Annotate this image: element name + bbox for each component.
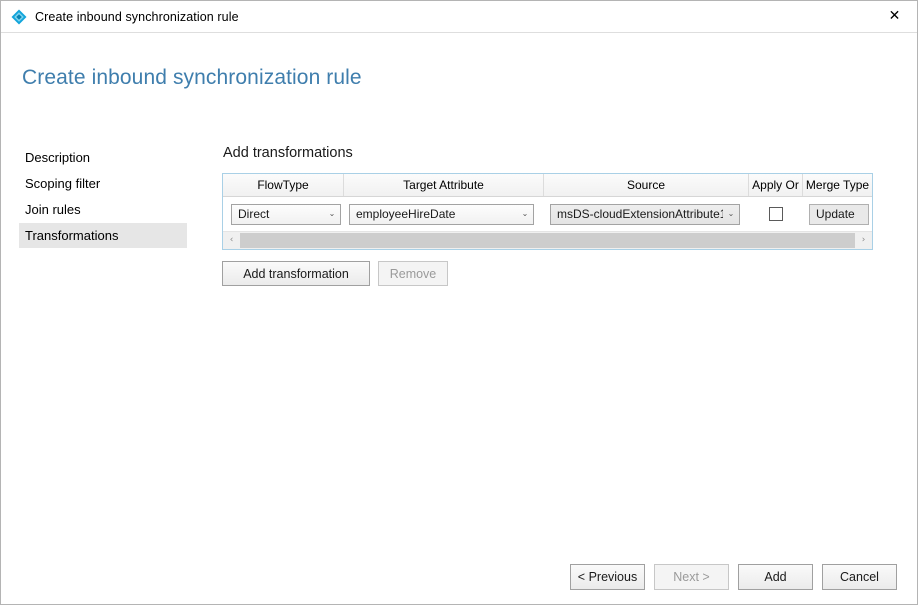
transformations-panel: Add transformations FlowType Target Attr… (222, 145, 897, 286)
add-button[interactable]: Add (738, 564, 813, 590)
cell-target-attribute: employeeHireDate ⌄ (344, 197, 544, 231)
sync-rule-diamond-icon (11, 9, 27, 25)
target-attribute-dropdown[interactable]: employeeHireDate ⌄ (349, 204, 534, 225)
next-button[interactable]: Next > (654, 564, 729, 590)
source-value: msDS-cloudExtensionAttribute1 (551, 207, 723, 221)
sidebar-item-description[interactable]: Description (19, 145, 187, 170)
previous-label: < Previous (578, 570, 637, 584)
sidebar-item-join-rules[interactable]: Join rules (19, 197, 187, 222)
apply-or-checkbox[interactable] (769, 207, 783, 221)
section-heading: Add transformations (223, 145, 897, 161)
add-transformation-button[interactable]: Add transformation (222, 261, 370, 286)
cell-apply-or (749, 197, 803, 231)
target-attribute-value: employeeHireDate (350, 207, 517, 221)
cancel-button[interactable]: Cancel (822, 564, 897, 590)
grid-header-row: FlowType Target Attribute Source Apply O… (223, 174, 872, 197)
source-dropdown[interactable]: msDS-cloudExtensionAttribute1 ⌄ (550, 204, 740, 225)
cell-flowtype: Direct ⌄ (223, 197, 344, 231)
grid-action-buttons: Add transformation Remove (222, 261, 897, 286)
column-header-label: Apply Or (752, 178, 799, 192)
add-transformation-label: Add transformation (243, 267, 349, 281)
column-header-target-attribute[interactable]: Target Attribute (344, 174, 544, 196)
dialog-content: Create inbound synchronization rule Desc… (1, 33, 917, 604)
column-header-label: FlowType (257, 178, 308, 192)
wizard-step-nav: Description Scoping filter Join rules Tr… (19, 145, 187, 249)
grid-horizontal-scrollbar[interactable]: ‹ › (223, 231, 872, 249)
next-label: Next > (673, 570, 709, 584)
column-header-apply-or[interactable]: Apply Or (749, 174, 803, 196)
sidebar-item-scoping-filter[interactable]: Scoping filter (19, 171, 187, 196)
remove-label: Remove (390, 267, 437, 281)
window-title: Create inbound synchronization rule (35, 10, 239, 24)
column-header-label: Target Attribute (403, 178, 484, 192)
scrollbar-thumb[interactable] (240, 233, 855, 248)
column-header-flowtype[interactable]: FlowType (223, 174, 344, 196)
chevron-down-icon: ⌄ (723, 210, 739, 218)
cell-merge-type: Update (803, 197, 872, 231)
sidebar-item-label: Transformations (25, 228, 118, 243)
merge-type-value: Update (816, 207, 855, 221)
dialog-footer: < Previous Next > Add Cancel (570, 564, 897, 590)
close-button[interactable]: ✕ (872, 1, 917, 31)
sidebar-item-label: Scoping filter (25, 176, 100, 191)
column-header-label: Source (627, 178, 665, 192)
flowtype-value: Direct (232, 207, 324, 221)
column-header-merge-type[interactable]: Merge Type (803, 174, 872, 196)
chevron-down-icon: ⌄ (324, 210, 340, 218)
add-label: Add (764, 570, 786, 584)
title-bar: Create inbound synchronization rule ✕ (1, 1, 917, 33)
merge-type-field[interactable]: Update (809, 204, 869, 225)
page-title: Create inbound synchronization rule (22, 66, 362, 90)
column-header-source[interactable]: Source (544, 174, 749, 196)
column-header-label: Merge Type (806, 178, 869, 192)
cancel-label: Cancel (840, 570, 879, 584)
close-icon: ✕ (889, 9, 901, 23)
remove-button[interactable]: Remove (378, 261, 448, 286)
table-row: Direct ⌄ employeeHireDate ⌄ msDS-cloudEx… (223, 197, 872, 231)
cell-source: msDS-cloudExtensionAttribute1 ⌄ (544, 197, 749, 231)
previous-button[interactable]: < Previous (570, 564, 645, 590)
flowtype-dropdown[interactable]: Direct ⌄ (231, 204, 341, 225)
chevron-down-icon: ⌄ (517, 210, 533, 218)
sidebar-item-label: Description (25, 150, 90, 165)
sidebar-item-label: Join rules (25, 202, 81, 217)
sidebar-item-transformations[interactable]: Transformations (19, 223, 187, 248)
scroll-right-arrow-icon[interactable]: › (855, 232, 872, 249)
dialog-window: Create inbound synchronization rule ✕ Cr… (0, 0, 918, 605)
scroll-left-arrow-icon[interactable]: ‹ (223, 232, 240, 249)
transformations-grid: FlowType Target Attribute Source Apply O… (222, 173, 873, 250)
